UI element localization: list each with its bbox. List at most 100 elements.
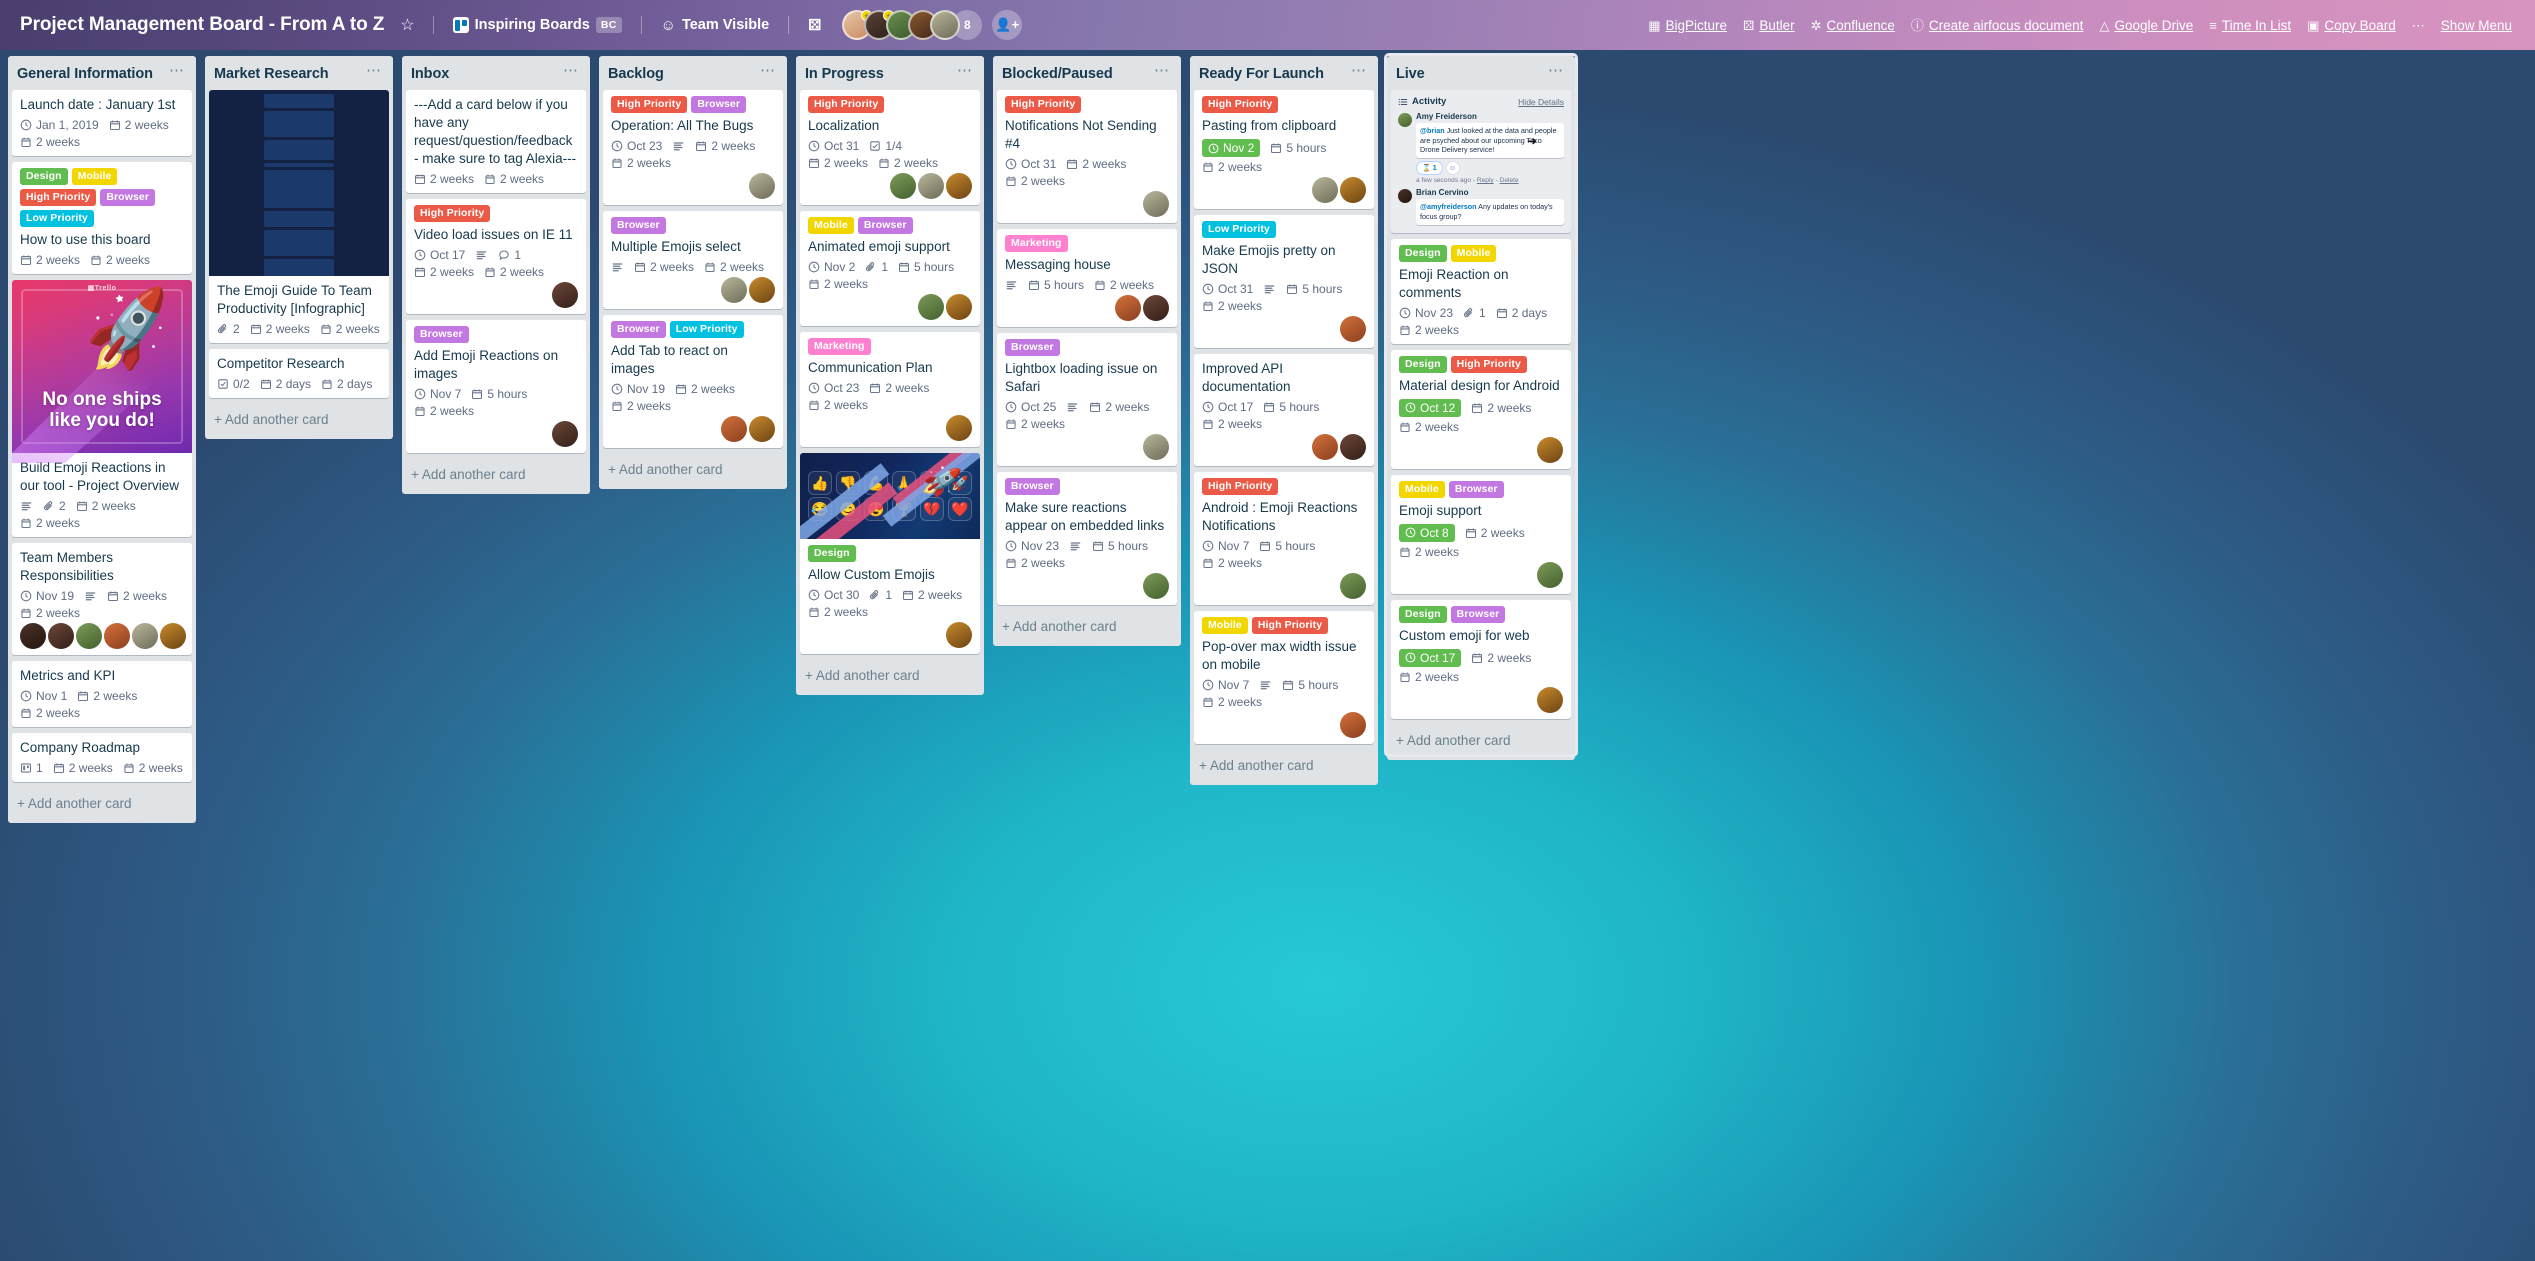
list-title[interactable]: Live xyxy=(1396,66,1425,82)
powerup-time-in-list[interactable]: ≡ Time In List xyxy=(2202,12,2298,39)
list-title[interactable]: Blocked/Paused xyxy=(1002,66,1113,82)
card[interactable]: ▦Trello 🚀 No one ships like you do! Buil… xyxy=(12,280,192,537)
label-mobile[interactable]: Mobile xyxy=(808,217,854,235)
member-avatar[interactable] xyxy=(552,281,578,308)
label-high-priority[interactable]: High Priority xyxy=(611,96,688,114)
label-mobile[interactable]: Mobile xyxy=(1202,616,1248,634)
card[interactable]: Mobile High Priority Pop-over max width is… xyxy=(1194,610,1374,744)
card[interactable]: High Priority Localization Oct 31 1/4 2 week… xyxy=(800,90,980,206)
list-menu-icon[interactable]: ⋯ xyxy=(1151,63,1173,81)
card[interactable]: High Priority Browser Operation: All The B… xyxy=(603,90,783,206)
reply-link[interactable]: Reply xyxy=(1477,177,1494,184)
card[interactable]: Mobile Browser Emoji support Oct 8 2 weeks 2 … xyxy=(1391,474,1571,594)
label-mobile[interactable]: Mobile xyxy=(1399,480,1445,498)
mention[interactable]: @brian xyxy=(1420,126,1445,135)
label-browser[interactable]: Browser xyxy=(691,96,747,114)
delete-link[interactable]: Delete xyxy=(1500,177,1519,184)
label-design[interactable]: Design xyxy=(1399,355,1447,373)
label-browser[interactable]: Browser xyxy=(414,325,469,343)
add-card-button[interactable]: + Add another card xyxy=(599,454,787,483)
card[interactable]: Improved API documentation Oct 17 5 hours 2… xyxy=(1194,353,1374,466)
card[interactable]: Design Browser Custom emoji for web Oct 17 2… xyxy=(1391,599,1571,719)
list-menu-icon[interactable]: ⋯ xyxy=(757,63,779,81)
list-title[interactable]: Inbox xyxy=(411,66,449,82)
label-browser[interactable]: Browser xyxy=(857,217,913,235)
label-high-priority[interactable]: High Priority xyxy=(414,204,491,222)
activity-avatar[interactable] xyxy=(1398,113,1412,127)
member-avatar[interactable] xyxy=(1537,436,1563,463)
list-menu-icon[interactable]: ⋯ xyxy=(954,63,976,81)
list-title[interactable]: In Progress xyxy=(805,66,884,82)
card[interactable]: High Priority Video load issues on IE 11 O… xyxy=(406,198,586,314)
add-card-button[interactable]: + Add another card xyxy=(1387,725,1575,754)
member-avatar[interactable] xyxy=(132,622,158,649)
label-design[interactable]: Design xyxy=(1399,244,1447,262)
board-title[interactable]: Project Management Board - From A to Z xyxy=(12,11,392,39)
card[interactable]: Design High Priority Material design for A… xyxy=(1391,349,1571,469)
list-menu-icon[interactable]: ⋯ xyxy=(363,63,385,81)
add-card-button[interactable]: + Add another card xyxy=(993,611,1181,640)
member-avatar[interactable] xyxy=(1340,711,1366,738)
label-low-priority[interactable]: Low Priority xyxy=(20,210,94,228)
add-card-button[interactable]: + Add another card xyxy=(1190,750,1378,779)
card[interactable]: Launch date : January 1st Jan 1, 2019 2 we… xyxy=(12,90,192,156)
list-menu-icon[interactable]: ⋯ xyxy=(1348,63,1370,81)
list-title[interactable]: Backlog xyxy=(608,66,664,82)
list-title[interactable]: General Information xyxy=(17,66,153,82)
card[interactable]: Browser Multiple Emojis select 2 weeks 2 we… xyxy=(603,211,783,310)
powerup-copy-board[interactable]: ▣ Copy Board xyxy=(2300,12,2403,39)
card[interactable]: 👍👎💪🙏👀🚀 😂😊😍🏆💔❤️ 🚀 Design Allow Custom Emoj… xyxy=(800,453,980,655)
label-high-priority[interactable]: High Priority xyxy=(20,189,97,207)
label-browser[interactable]: Browser xyxy=(1450,605,1506,623)
star-icon[interactable]: ☆ xyxy=(392,10,422,40)
member-avatar[interactable] xyxy=(1143,294,1169,321)
label-browser[interactable]: Browser xyxy=(1005,477,1060,496)
add-card-button[interactable]: + Add another card xyxy=(796,660,984,689)
member-avatar[interactable] xyxy=(721,277,747,304)
member-avatar[interactable] xyxy=(1340,315,1366,342)
member-avatar[interactable] xyxy=(1537,561,1563,588)
card[interactable]: Marketing Communication Plan Oct 23 2 weeks… xyxy=(800,332,980,448)
card[interactable]: High Priority Notifications Not Sending #… xyxy=(997,90,1177,223)
member-avatar[interactable] xyxy=(1312,433,1338,460)
member-avatar[interactable] xyxy=(20,622,46,649)
label-browser[interactable]: Browser xyxy=(611,321,666,339)
card[interactable]: Design Mobile Emoji Reaction on comments No… xyxy=(1391,238,1571,344)
list-title[interactable]: Market Research xyxy=(214,66,329,82)
member-avatar[interactable] xyxy=(48,622,74,649)
member-avatar[interactable] xyxy=(946,173,972,200)
member-avatar[interactable] xyxy=(1340,177,1366,204)
member-avatar[interactable] xyxy=(1143,572,1169,599)
label-browser[interactable]: Browser xyxy=(611,217,666,235)
label-low-priority[interactable]: Low Priority xyxy=(1202,221,1276,239)
card[interactable]: The Emoji Guide To Team Productivity [In… xyxy=(209,90,389,343)
add-card-button[interactable]: + Add another card xyxy=(205,404,393,433)
label-browser[interactable]: Browser xyxy=(100,189,156,207)
member-avatar[interactable] xyxy=(1115,294,1141,321)
list-menu-icon[interactable]: ⋯ xyxy=(1545,63,1567,81)
card[interactable]: ---Add a card below if you have any requ… xyxy=(406,90,586,193)
member-avatar[interactable] xyxy=(1312,177,1338,204)
card[interactable]: Mobile Browser Animated emoji support Nov 2… xyxy=(800,211,980,327)
label-high-priority[interactable]: High Priority xyxy=(1450,355,1527,373)
butler-button[interactable]: ⚄ xyxy=(799,10,830,40)
card[interactable]: Design Mobile High Priority Browser Low Prio… xyxy=(12,161,192,275)
card[interactable]: Low Priority Make Emojis pretty on JSON Oc… xyxy=(1194,215,1374,348)
member-avatar[interactable] xyxy=(721,416,747,442)
team-button[interactable]: Inspiring Boards BC xyxy=(444,11,631,39)
card[interactable]: Competitor Research 0/2 2 days 2 days xyxy=(209,348,389,398)
mention[interactable]: @amyfreiderson xyxy=(1420,202,1477,211)
add-member-icon[interactable]: 👤+ xyxy=(992,10,1023,40)
card[interactable]: High Priority Android : Emoji Reactions N… xyxy=(1194,471,1374,605)
label-mobile[interactable]: Mobile xyxy=(1450,244,1497,262)
card[interactable]: Metrics and KPI Nov 1 2 weeks 2 weeks xyxy=(12,660,192,727)
show-menu-button[interactable]: Show Menu xyxy=(2434,12,2519,39)
member-avatar[interactable] xyxy=(918,173,944,200)
member-avatar[interactable] xyxy=(1143,433,1169,460)
add-card-button[interactable]: + Add another card xyxy=(8,788,196,817)
member-avatar[interactable] xyxy=(104,622,130,649)
label-high-priority[interactable]: High Priority xyxy=(1005,96,1082,114)
member-avatar[interactable] xyxy=(1537,686,1563,713)
label-design[interactable]: Design xyxy=(1399,605,1447,623)
member-avatar[interactable] xyxy=(749,416,775,442)
